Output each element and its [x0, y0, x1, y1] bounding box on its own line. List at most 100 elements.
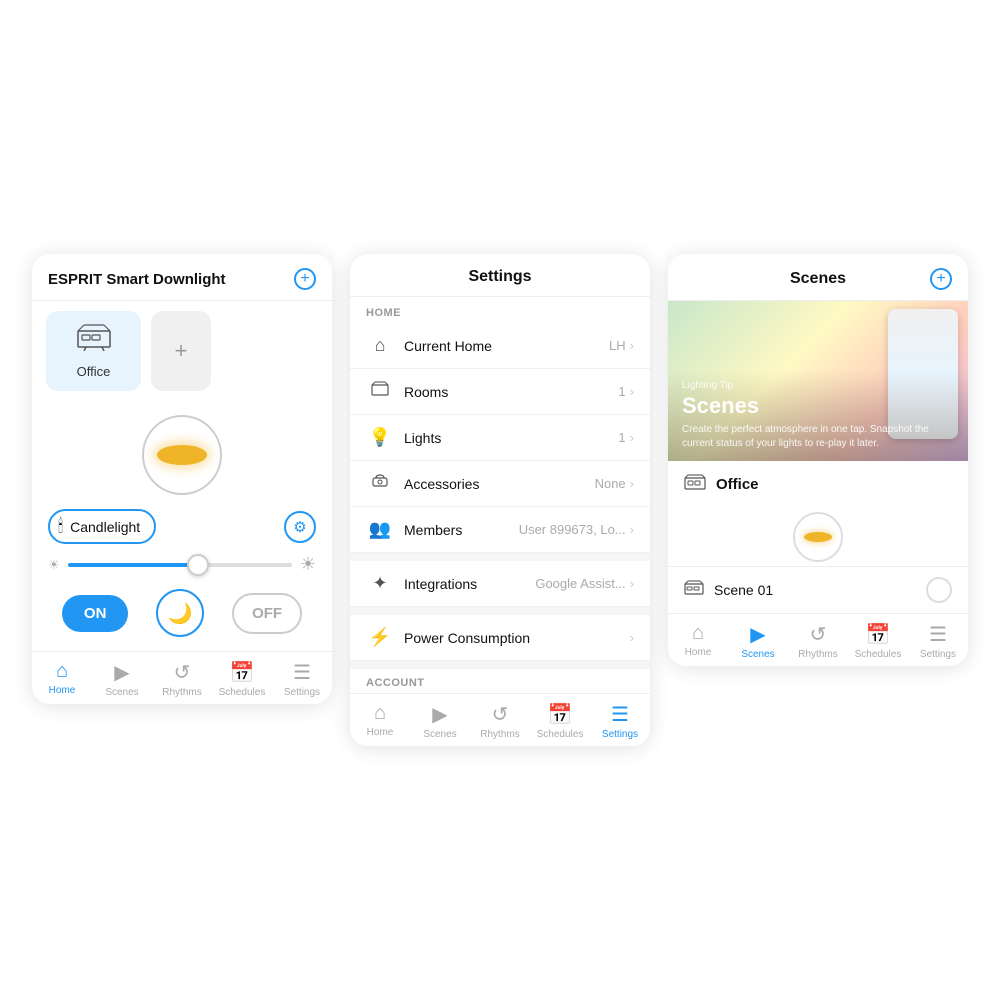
brightness-slider[interactable] — [68, 563, 292, 567]
rhythms-nav-label: Rhythms — [162, 687, 201, 698]
members-icon: 👥 — [366, 519, 394, 540]
s2-settings-nav-label: Settings — [602, 729, 638, 740]
home-bottom-nav: ⌂ Home ▶ Scenes ↺ Rhythms 📅 Schedules ☰ … — [32, 651, 332, 704]
light-glow — [157, 445, 207, 465]
account-section-label: ACCOUNT — [350, 669, 650, 693]
hero-overlay: Lighting Tip Scenes Create the perfect a… — [668, 370, 968, 461]
brightness-high-icon: ☀ — [300, 554, 316, 575]
scenes-office-icon — [684, 473, 706, 496]
add-room-button[interactable]: + — [151, 311, 211, 391]
members-row[interactable]: 👥 Members User 899673, Lo... › — [350, 507, 650, 553]
s2-nav-schedules[interactable]: 📅 Schedules — [530, 702, 590, 740]
nav-scenes[interactable]: ▶ Scenes — [92, 660, 152, 698]
rooms-row[interactable]: Rooms 1 › — [350, 369, 650, 415]
rooms-chevron: › — [630, 384, 634, 399]
current-home-row[interactable]: ⌂ Current Home LH › — [350, 323, 650, 369]
scenes-light-circle — [793, 512, 843, 562]
hero-description: Create the perfect atmosphere in one tap… — [682, 423, 954, 451]
s3-scenes-nav-label: Scenes — [741, 649, 774, 660]
scene-room-icon — [684, 580, 704, 601]
power-label: Power Consumption — [404, 630, 630, 646]
s3-schedules-nav-label: Schedules — [855, 649, 902, 660]
nav-rhythms[interactable]: ↺ Rhythms — [152, 660, 212, 698]
add-scene-button[interactable]: + — [930, 268, 952, 290]
scenes-header: Scenes + — [668, 254, 968, 301]
s2-settings-nav-icon: ☰ — [611, 702, 629, 727]
accessories-label: Accessories — [404, 476, 595, 492]
s3-scenes-nav-icon: ▶ — [750, 622, 765, 647]
scene-01-toggle[interactable] — [926, 577, 952, 603]
add-device-button[interactable]: + — [294, 268, 316, 290]
off-button[interactable]: OFF — [232, 593, 302, 634]
schedule-button[interactable]: 🌙 — [156, 589, 204, 637]
light-indicator — [142, 415, 222, 495]
scene-settings-button[interactable]: ⚙ — [284, 511, 316, 543]
scene-01-label: Scene 01 — [714, 582, 926, 598]
lights-row[interactable]: 💡 Lights 1 › — [350, 415, 650, 461]
scene-01-row[interactable]: Scene 01 — [668, 566, 968, 613]
accessories-chevron: › — [630, 476, 634, 491]
office-label: Office — [77, 364, 111, 379]
scenes-title: Scenes — [790, 270, 846, 288]
s3-rhythms-nav-icon: ↺ — [810, 622, 827, 647]
s2-nav-settings[interactable]: ☰ Settings — [590, 702, 650, 740]
scenes-light-glow — [804, 532, 832, 542]
settings-nav-icon: ☰ — [293, 660, 311, 685]
screen-settings: Settings HOME ⌂ Current Home LH › Rooms … — [350, 254, 650, 746]
settings-nav-label: Settings — [284, 687, 320, 698]
home-nav-icon: ⌂ — [56, 660, 68, 683]
s3-home-nav-label: Home — [685, 647, 712, 658]
current-home-value: LH — [609, 338, 626, 353]
office-icon — [76, 323, 112, 358]
scene-badge[interactable]: 🕯 Candlelight — [48, 509, 156, 544]
integrations-row[interactable]: ✦ Integrations Google Assist... › — [350, 561, 650, 607]
home-header: ESPRIT Smart Downlight + — [32, 254, 332, 301]
scenes-nav-icon: ▶ — [114, 660, 129, 685]
nav-schedules[interactable]: 📅 Schedules — [212, 660, 272, 698]
lights-icon: 💡 — [366, 427, 394, 448]
on-button[interactable]: ON — [62, 595, 129, 632]
lights-chevron: › — [630, 430, 634, 445]
settings-divider-2 — [350, 607, 650, 615]
current-home-chevron: › — [630, 338, 634, 353]
controls-row: ON 🌙 OFF — [48, 589, 316, 637]
current-home-label: Current Home — [404, 338, 609, 354]
home-title: ESPRIT Smart Downlight — [48, 271, 226, 288]
s2-nav-rhythms[interactable]: ↺ Rhythms — [470, 702, 530, 740]
accessories-row[interactable]: Accessories None › — [350, 461, 650, 507]
scene-name-label: Candlelight — [70, 519, 140, 535]
s3-nav-schedules[interactable]: 📅 Schedules — [848, 622, 908, 660]
room-office-card[interactable]: Office — [46, 311, 141, 391]
slider-thumb[interactable] — [187, 554, 209, 576]
s3-rhythms-nav-label: Rhythms — [798, 649, 837, 660]
s3-nav-rhythms[interactable]: ↺ Rhythms — [788, 622, 848, 660]
s2-nav-home[interactable]: ⌂ Home — [350, 702, 410, 740]
s3-home-nav-icon: ⌂ — [692, 622, 704, 645]
rooms-value: 1 — [618, 384, 625, 399]
power-consumption-row[interactable]: ⚡ Power Consumption › — [350, 615, 650, 661]
rooms-label: Rooms — [404, 384, 618, 400]
s3-settings-nav-label: Settings — [920, 649, 956, 660]
s3-nav-scenes[interactable]: ▶ Scenes — [728, 622, 788, 660]
members-value: User 899673, Lo... — [519, 522, 626, 537]
s3-nav-home[interactable]: ⌂ Home — [668, 622, 728, 660]
brightness-row: ☀ ☀ — [48, 554, 316, 575]
nav-settings[interactable]: ☰ Settings — [272, 660, 332, 698]
home-section-label: HOME — [350, 297, 650, 323]
schedules-nav-label: Schedules — [219, 687, 266, 698]
scenes-light-indicator — [668, 504, 968, 566]
s2-schedules-nav-icon: 📅 — [548, 702, 573, 727]
settings-title: Settings — [468, 268, 531, 285]
home-nav-label: Home — [49, 685, 76, 696]
s2-scenes-nav-icon: ▶ — [432, 702, 447, 727]
integrations-value: Google Assist... — [535, 576, 625, 591]
lights-label: Lights — [404, 430, 618, 446]
s2-scenes-nav-label: Scenes — [423, 729, 456, 740]
accessories-value: None — [595, 476, 626, 491]
lights-value: 1 — [618, 430, 625, 445]
scenes-office-section: Office — [668, 461, 968, 504]
integrations-icon: ✦ — [366, 573, 394, 594]
s3-nav-settings[interactable]: ☰ Settings — [908, 622, 968, 660]
s2-nav-scenes[interactable]: ▶ Scenes — [410, 702, 470, 740]
nav-home[interactable]: ⌂ Home — [32, 660, 92, 698]
